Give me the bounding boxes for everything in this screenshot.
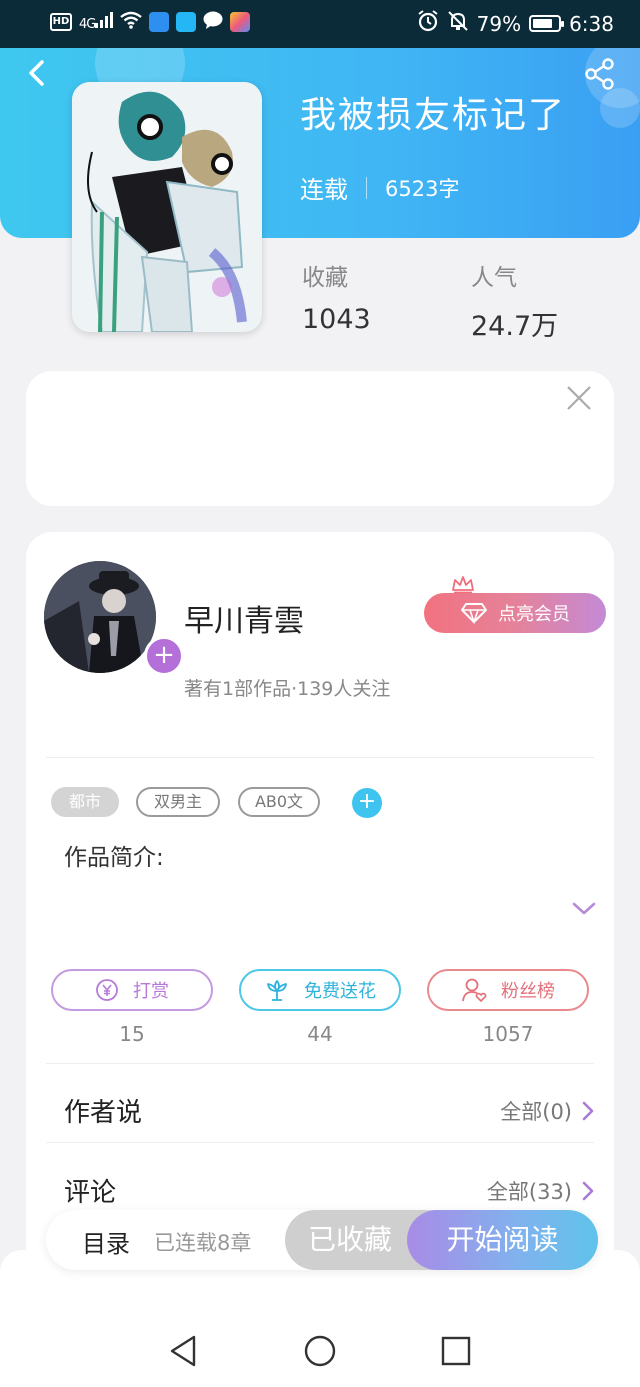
cellular-signal-icon: 4G <box>79 12 114 32</box>
bulb-app-icon <box>149 12 170 32</box>
vip-button-label: 点亮会员 <box>498 604 570 625</box>
toc-button[interactable]: 目录 <box>82 1224 130 1259</box>
ad-card <box>26 371 614 506</box>
chevron-left-icon <box>29 60 44 86</box>
popularity-stat: 人气 24.7万 <box>471 258 558 343</box>
circle-home-icon <box>304 1335 336 1367</box>
nav-home-button[interactable] <box>302 1333 338 1369</box>
vip-button[interactable]: 点亮会员 <box>424 593 606 633</box>
send-flower-button[interactable]: 免费送花 <box>239 969 401 1011</box>
status-bar-right: 79% 6:38 <box>417 10 614 37</box>
tag-label: AB0文 <box>254 792 304 811</box>
add-tag-button[interactable]: + <box>352 788 382 818</box>
favorites-stat: 收藏 1043 <box>302 258 371 335</box>
serial-status: 连载 <box>300 176 348 204</box>
flower-count: 44 <box>307 1022 333 1046</box>
cover-illustration <box>72 82 262 332</box>
author-name: 早川青雲 <box>184 604 304 639</box>
favorites-value: 1043 <box>302 304 371 335</box>
reading-action-bar: 目录 已连载8章 已收藏 开始阅读 <box>46 1210 598 1270</box>
meta-divider <box>366 176 367 199</box>
author-says-row[interactable]: 作者说 全部(0) <box>64 1092 594 1132</box>
search-app-icon <box>176 12 197 32</box>
book-meta: 连载 6523字 <box>300 170 459 205</box>
author-says-all-label: 全部(0) <box>500 1100 572 1124</box>
intro-label: 作品简介: <box>64 845 164 871</box>
chat-bubble-icon <box>203 11 223 33</box>
square-recents-icon <box>441 1336 471 1366</box>
chevron-down-icon <box>572 902 596 915</box>
wifi-icon <box>120 11 143 33</box>
start-reading-button[interactable]: 开始阅读 <box>407 1210 598 1270</box>
crown-icon <box>452 576 474 594</box>
author-says-link[interactable]: 全部(0) <box>500 1096 594 1126</box>
favorites-label: 收藏 <box>302 265 348 291</box>
chevron-right-icon <box>582 1181 594 1201</box>
network-type-label: 4G <box>79 17 96 32</box>
alarm-icon <box>417 10 439 37</box>
send-flower-label: 免费送花 <box>304 981 376 1002</box>
start-reading-label: 开始阅读 <box>446 1223 559 1256</box>
colorful-app-icon <box>230 12 251 32</box>
collected-label: 已收藏 <box>307 1223 392 1256</box>
battery-fill <box>533 19 553 28</box>
comments-link[interactable]: 全部(33) <box>487 1176 594 1206</box>
tag-item[interactable]: 双男主 <box>136 787 220 817</box>
comments-all-label: 全部(33) <box>486 1180 572 1204</box>
battery-icon <box>529 15 565 32</box>
fans-rank-button[interactable]: 粉丝榜 <box>427 969 589 1011</box>
author-says-title: 作者说 <box>64 1098 143 1128</box>
comments-row[interactable]: 评论 全部(33) <box>64 1172 594 1212</box>
hd-icon: HD <box>50 13 72 31</box>
decorative-bubble <box>600 88 640 128</box>
reward-count: 15 <box>119 1022 145 1046</box>
diamond-icon <box>461 603 487 624</box>
status-bar: HD 4G 79% 6:38 <box>0 0 640 48</box>
share-button[interactable] <box>584 58 616 90</box>
tag-label: 双男主 <box>153 792 202 811</box>
yen-coin-icon <box>96 979 118 1001</box>
book-cover[interactable] <box>72 82 262 332</box>
divider <box>46 757 594 758</box>
chapter-count: 已连载8章 <box>154 1231 252 1255</box>
reward-button[interactable]: 打赏 <box>51 969 213 1011</box>
status-bar-left: HD 4G <box>50 11 251 33</box>
fans-heart-icon <box>462 978 487 1002</box>
expand-intro-button[interactable] <box>571 899 597 919</box>
comments-title: 评论 <box>64 1178 117 1208</box>
follow-author-button[interactable]: + <box>144 636 184 676</box>
nav-back-button[interactable] <box>166 1333 202 1369</box>
book-detail-card: + 早川青雲 著有1部作品·139人关注 点亮会员 都市 双男主 AB0文 + … <box>26 532 614 1292</box>
divider <box>46 1063 594 1064</box>
nav-recents-button[interactable] <box>438 1333 474 1369</box>
word-count: 6523字 <box>385 176 460 201</box>
popularity-label: 人气 <box>471 265 517 291</box>
divider <box>46 1142 594 1143</box>
triangle-back-icon <box>170 1335 196 1367</box>
tag-item[interactable]: 都市 <box>51 787 119 817</box>
reward-label: 打赏 <box>133 981 169 1002</box>
tag-label: 都市 <box>68 792 101 811</box>
mute-bell-icon <box>447 10 469 37</box>
chevron-right-icon <box>582 1101 594 1121</box>
fans-rank-label: 粉丝榜 <box>501 981 555 1002</box>
flower-icon <box>267 980 287 1001</box>
share-icon <box>585 58 614 90</box>
author-info: 著有1部作品·139人关注 <box>184 678 391 700</box>
avatar-image <box>44 561 156 673</box>
battery-percent: 79% <box>476 11 522 36</box>
ad-close-button[interactable] <box>566 385 592 411</box>
author-avatar[interactable] <box>44 561 156 673</box>
close-icon <box>567 386 591 410</box>
back-button[interactable] <box>22 58 52 88</box>
popularity-value: 24.7万 <box>471 311 559 342</box>
clock-time: 6:38 <box>569 11 614 36</box>
book-title: 我被损友标记了 <box>300 94 567 135</box>
tag-item[interactable]: AB0文 <box>238 787 320 817</box>
fans-count: 1057 <box>482 1022 534 1046</box>
